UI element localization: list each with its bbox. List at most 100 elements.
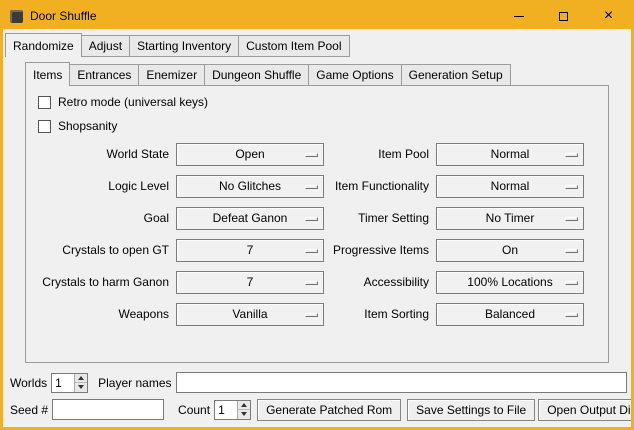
tab-adjust[interactable]: Adjust: [81, 35, 130, 57]
form-row: World State Open Item Pool Normal: [26, 138, 608, 170]
open-output-directory-button[interactable]: Open Output Directory: [538, 399, 634, 421]
dropdown-indicator-icon: [565, 153, 578, 157]
item-pool-dropdown[interactable]: Normal: [436, 143, 584, 166]
save-settings-button[interactable]: Save Settings to File: [407, 399, 535, 421]
seed-input[interactable]: [52, 399, 164, 420]
up-arrow-icon: [241, 403, 247, 407]
maximize-button[interactable]: [541, 3, 586, 29]
form-row: Logic Level No Glitches Item Functionali…: [26, 170, 608, 202]
app-icon: [10, 10, 23, 23]
progressive-items-dropdown[interactable]: On: [436, 239, 584, 262]
tab-generation-setup[interactable]: Generation Setup: [401, 64, 511, 86]
crystals-ganon-label: Crystals to harm Ganon: [30, 275, 176, 289]
form-row: Weapons Vanilla Item Sorting Balanced: [26, 298, 608, 330]
progressive-items-label: Progressive Items: [324, 243, 436, 257]
player-names-label: Player names: [98, 376, 175, 390]
world-state-label: World State: [30, 147, 176, 161]
down-arrow-icon: [241, 412, 247, 416]
close-button[interactable]: ×: [586, 3, 631, 29]
retro-mode-checkbox[interactable]: [38, 96, 51, 109]
count-input[interactable]: [215, 401, 237, 419]
item-sorting-label: Item Sorting: [324, 307, 436, 321]
dropdown-value: Normal: [491, 147, 530, 161]
tab-game-options[interactable]: Game Options: [308, 64, 401, 86]
player-names-input[interactable]: [176, 372, 628, 393]
tab-custom-item-pool[interactable]: Custom Item Pool: [238, 35, 349, 57]
tab-enemizer[interactable]: Enemizer: [138, 64, 205, 86]
window-title: Door Shuffle: [30, 9, 97, 23]
form-row: Goal Defeat Ganon Timer Setting No Timer: [26, 202, 608, 234]
dropdown-indicator-icon: [305, 313, 318, 317]
dropdown-value: No Timer: [486, 211, 535, 225]
item-functionality-dropdown[interactable]: Normal: [436, 175, 584, 198]
item-sorting-dropdown[interactable]: Balanced: [436, 303, 584, 326]
timer-setting-label: Timer Setting: [324, 211, 436, 225]
dropdown-value: 7: [247, 275, 254, 289]
shopsanity-row: Shopsanity: [38, 118, 608, 134]
worlds-spin-buttons: [74, 374, 87, 392]
goal-label: Goal: [30, 211, 176, 225]
worlds-row: Worlds Player names: [10, 371, 627, 394]
dropdown-indicator-icon: [305, 153, 318, 157]
dropdown-value: No Glitches: [219, 179, 281, 193]
form-row: Crystals to open GT 7 Progressive Items …: [26, 234, 608, 266]
seed-row: Seed # Count Generate Patched Rom Save S…: [10, 398, 627, 421]
items-tab-panel: Retro mode (universal keys) Shopsanity W…: [25, 85, 609, 363]
crystals-gt-dropdown[interactable]: 7: [176, 239, 324, 262]
tab-items[interactable]: Items: [25, 62, 70, 86]
dropdown-value: Open: [235, 147, 264, 161]
dropdown-indicator-icon: [305, 249, 318, 253]
retro-mode-row: Retro mode (universal keys): [38, 94, 608, 110]
window-controls: ×: [496, 3, 631, 29]
app-window: Door Shuffle × Randomize Adjust Starting…: [0, 0, 634, 430]
goal-dropdown[interactable]: Defeat Ganon: [176, 207, 324, 230]
count-spinbox: [214, 400, 251, 420]
settings-form: World State Open Item Pool Normal Logic …: [26, 138, 608, 330]
titlebar[interactable]: Door Shuffle ×: [3, 3, 631, 29]
weapons-dropdown[interactable]: Vanilla: [176, 303, 324, 326]
crystals-ganon-dropdown[interactable]: 7: [176, 271, 324, 294]
top-tab-bar: Randomize Adjust Starting Inventory Cust…: [5, 33, 631, 57]
dropdown-value: Vanilla: [232, 307, 267, 321]
tab-starting-inventory[interactable]: Starting Inventory: [129, 35, 239, 57]
dropdown-indicator-icon: [305, 217, 318, 221]
worlds-spinbox: [51, 373, 88, 393]
dropdown-indicator-icon: [565, 281, 578, 285]
timer-setting-dropdown[interactable]: No Timer: [436, 207, 584, 230]
minimize-button[interactable]: [496, 3, 541, 29]
tab-dungeon-shuffle[interactable]: Dungeon Shuffle: [204, 64, 309, 86]
logic-level-dropdown[interactable]: No Glitches: [176, 175, 324, 198]
dropdown-indicator-icon: [305, 185, 318, 189]
world-state-dropdown[interactable]: Open: [176, 143, 324, 166]
generate-rom-button[interactable]: Generate Patched Rom: [257, 399, 401, 421]
shopsanity-checkbox[interactable]: [38, 120, 51, 133]
dropdown-value: 7: [247, 243, 254, 257]
retro-mode-label: Retro mode (universal keys): [58, 95, 208, 109]
dropdown-indicator-icon: [565, 313, 578, 317]
seed-label: Seed #: [10, 403, 52, 417]
close-icon: ×: [604, 8, 613, 24]
main-content: Randomize Adjust Starting Inventory Cust…: [3, 29, 631, 367]
worlds-label: Worlds: [10, 376, 51, 390]
weapons-label: Weapons: [30, 307, 176, 321]
logic-level-label: Logic Level: [30, 179, 176, 193]
dropdown-indicator-icon: [565, 217, 578, 221]
worlds-input[interactable]: [52, 374, 74, 392]
accessibility-dropdown[interactable]: 100% Locations: [436, 271, 584, 294]
dropdown-value: Normal: [491, 179, 530, 193]
crystals-gt-label: Crystals to open GT: [30, 243, 176, 257]
down-arrow-icon: [78, 385, 84, 389]
inner-tab-bar: Items Entrances Enemizer Dungeon Shuffle…: [25, 62, 631, 86]
count-spin-up[interactable]: [238, 401, 250, 411]
minimize-icon: [514, 16, 524, 17]
item-pool-label: Item Pool: [324, 147, 436, 161]
form-row: Crystals to harm Ganon 7 Accessibility 1…: [26, 266, 608, 298]
tab-randomize[interactable]: Randomize: [5, 33, 82, 57]
worlds-spin-down[interactable]: [75, 383, 87, 392]
count-spin-buttons: [237, 401, 250, 419]
dropdown-value: 100% Locations: [467, 275, 552, 289]
worlds-spin-up[interactable]: [75, 374, 87, 384]
tab-entrances[interactable]: Entrances: [69, 64, 139, 86]
count-spin-down[interactable]: [238, 410, 250, 419]
item-functionality-label: Item Functionality: [324, 179, 436, 193]
